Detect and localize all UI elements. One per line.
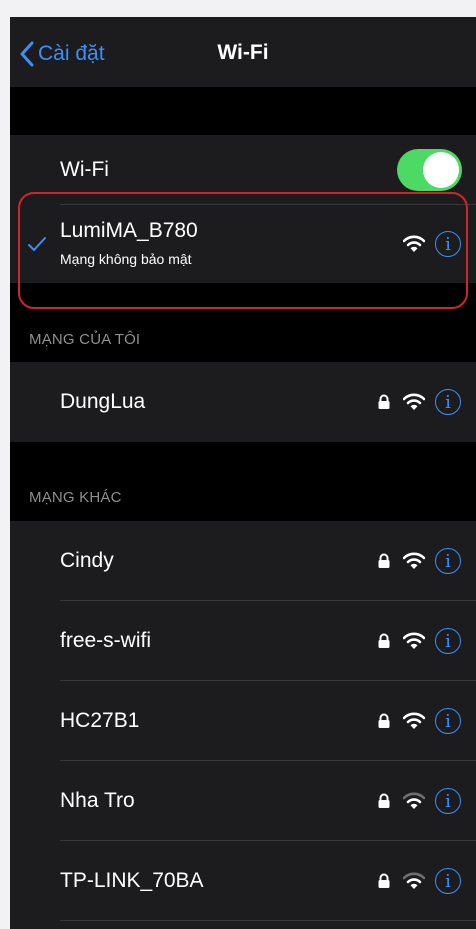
toggle-knob — [423, 152, 459, 188]
lock-icon — [378, 553, 390, 568]
lock-icon — [378, 394, 390, 409]
wifi-toggle-switch[interactable] — [397, 149, 462, 191]
network-row[interactable]: HC27B1 i — [10, 681, 476, 761]
network-name: Cindy — [60, 549, 114, 572]
network-name: Nha Tro — [60, 789, 135, 812]
lock-icon — [378, 633, 390, 648]
connected-network-row[interactable]: LumiMA_B780 Mạng không bảo mật i — [10, 205, 476, 283]
info-icon[interactable]: i — [435, 788, 461, 814]
info-icon[interactable]: i — [435, 628, 461, 654]
wifi-settings-screen: Cài đặt Wi-Fi Wi-Fi LumiMA_B780 Mạng khô… — [10, 17, 476, 929]
other-networks-group: Cindy i free-s-wifi i HC27B1 i Nha Tro i… — [10, 521, 476, 929]
my-networks-header: MẠNG CỦA TÔI — [29, 331, 141, 348]
checkmark-icon — [28, 237, 46, 251]
wifi-signal-icon — [403, 235, 425, 252]
info-icon[interactable]: i — [435, 389, 461, 415]
network-row[interactable]: Nha Tro i — [10, 761, 476, 841]
connected-network-status: Mạng không bảo mật — [60, 251, 192, 267]
wifi-signal-weak-icon — [403, 792, 425, 809]
lock-icon — [378, 873, 390, 888]
network-icons: i — [377, 761, 461, 841]
network-icons: i — [377, 362, 461, 442]
my-networks-group: DungLua i — [10, 362, 476, 442]
network-name: free-s-wifi — [60, 629, 152, 652]
network-icons: i — [377, 601, 461, 681]
network-name: DungLua — [60, 390, 146, 413]
info-icon[interactable]: i — [435, 548, 461, 574]
other-networks-header: MẠNG KHÁC — [29, 489, 122, 506]
lock-icon — [378, 793, 390, 808]
network-icons: i — [377, 521, 461, 601]
network-row[interactable]: free-s-wifi i — [10, 601, 476, 681]
info-icon[interactable]: i — [435, 231, 461, 257]
wifi-signal-icon — [403, 632, 425, 649]
network-row[interactable]: Cindy i — [10, 521, 476, 601]
wifi-signal-weak-icon — [403, 872, 425, 889]
wifi-signal-icon — [403, 712, 425, 729]
wifi-signal-icon — [403, 552, 425, 569]
lock-icon — [378, 713, 390, 728]
network-row[interactable]: DungLua i — [10, 362, 476, 442]
page-title: Wi-Fi — [217, 41, 269, 64]
connected-network-icons: i — [403, 205, 461, 283]
divider — [60, 920, 476, 921]
connected-network-name: LumiMA_B780 — [60, 219, 198, 242]
wifi-toggle-label: Wi-Fi — [60, 158, 109, 181]
wifi-signal-icon — [403, 393, 425, 410]
info-icon[interactable]: i — [435, 708, 461, 734]
network-icons: i — [377, 681, 461, 761]
network-icons: i — [377, 841, 461, 921]
wifi-main-group: Wi-Fi LumiMA_B780 Mạng không bảo mật i — [10, 135, 476, 283]
network-name: TP-LINK_70BA — [60, 869, 204, 892]
network-name: HC27B1 — [60, 709, 140, 732]
info-icon[interactable]: i — [435, 868, 461, 894]
wifi-toggle-row: Wi-Fi — [10, 135, 476, 205]
navigation-bar: Cài đặt Wi-Fi — [10, 17, 476, 87]
network-row[interactable]: TP-LINK_70BA i — [10, 841, 476, 921]
